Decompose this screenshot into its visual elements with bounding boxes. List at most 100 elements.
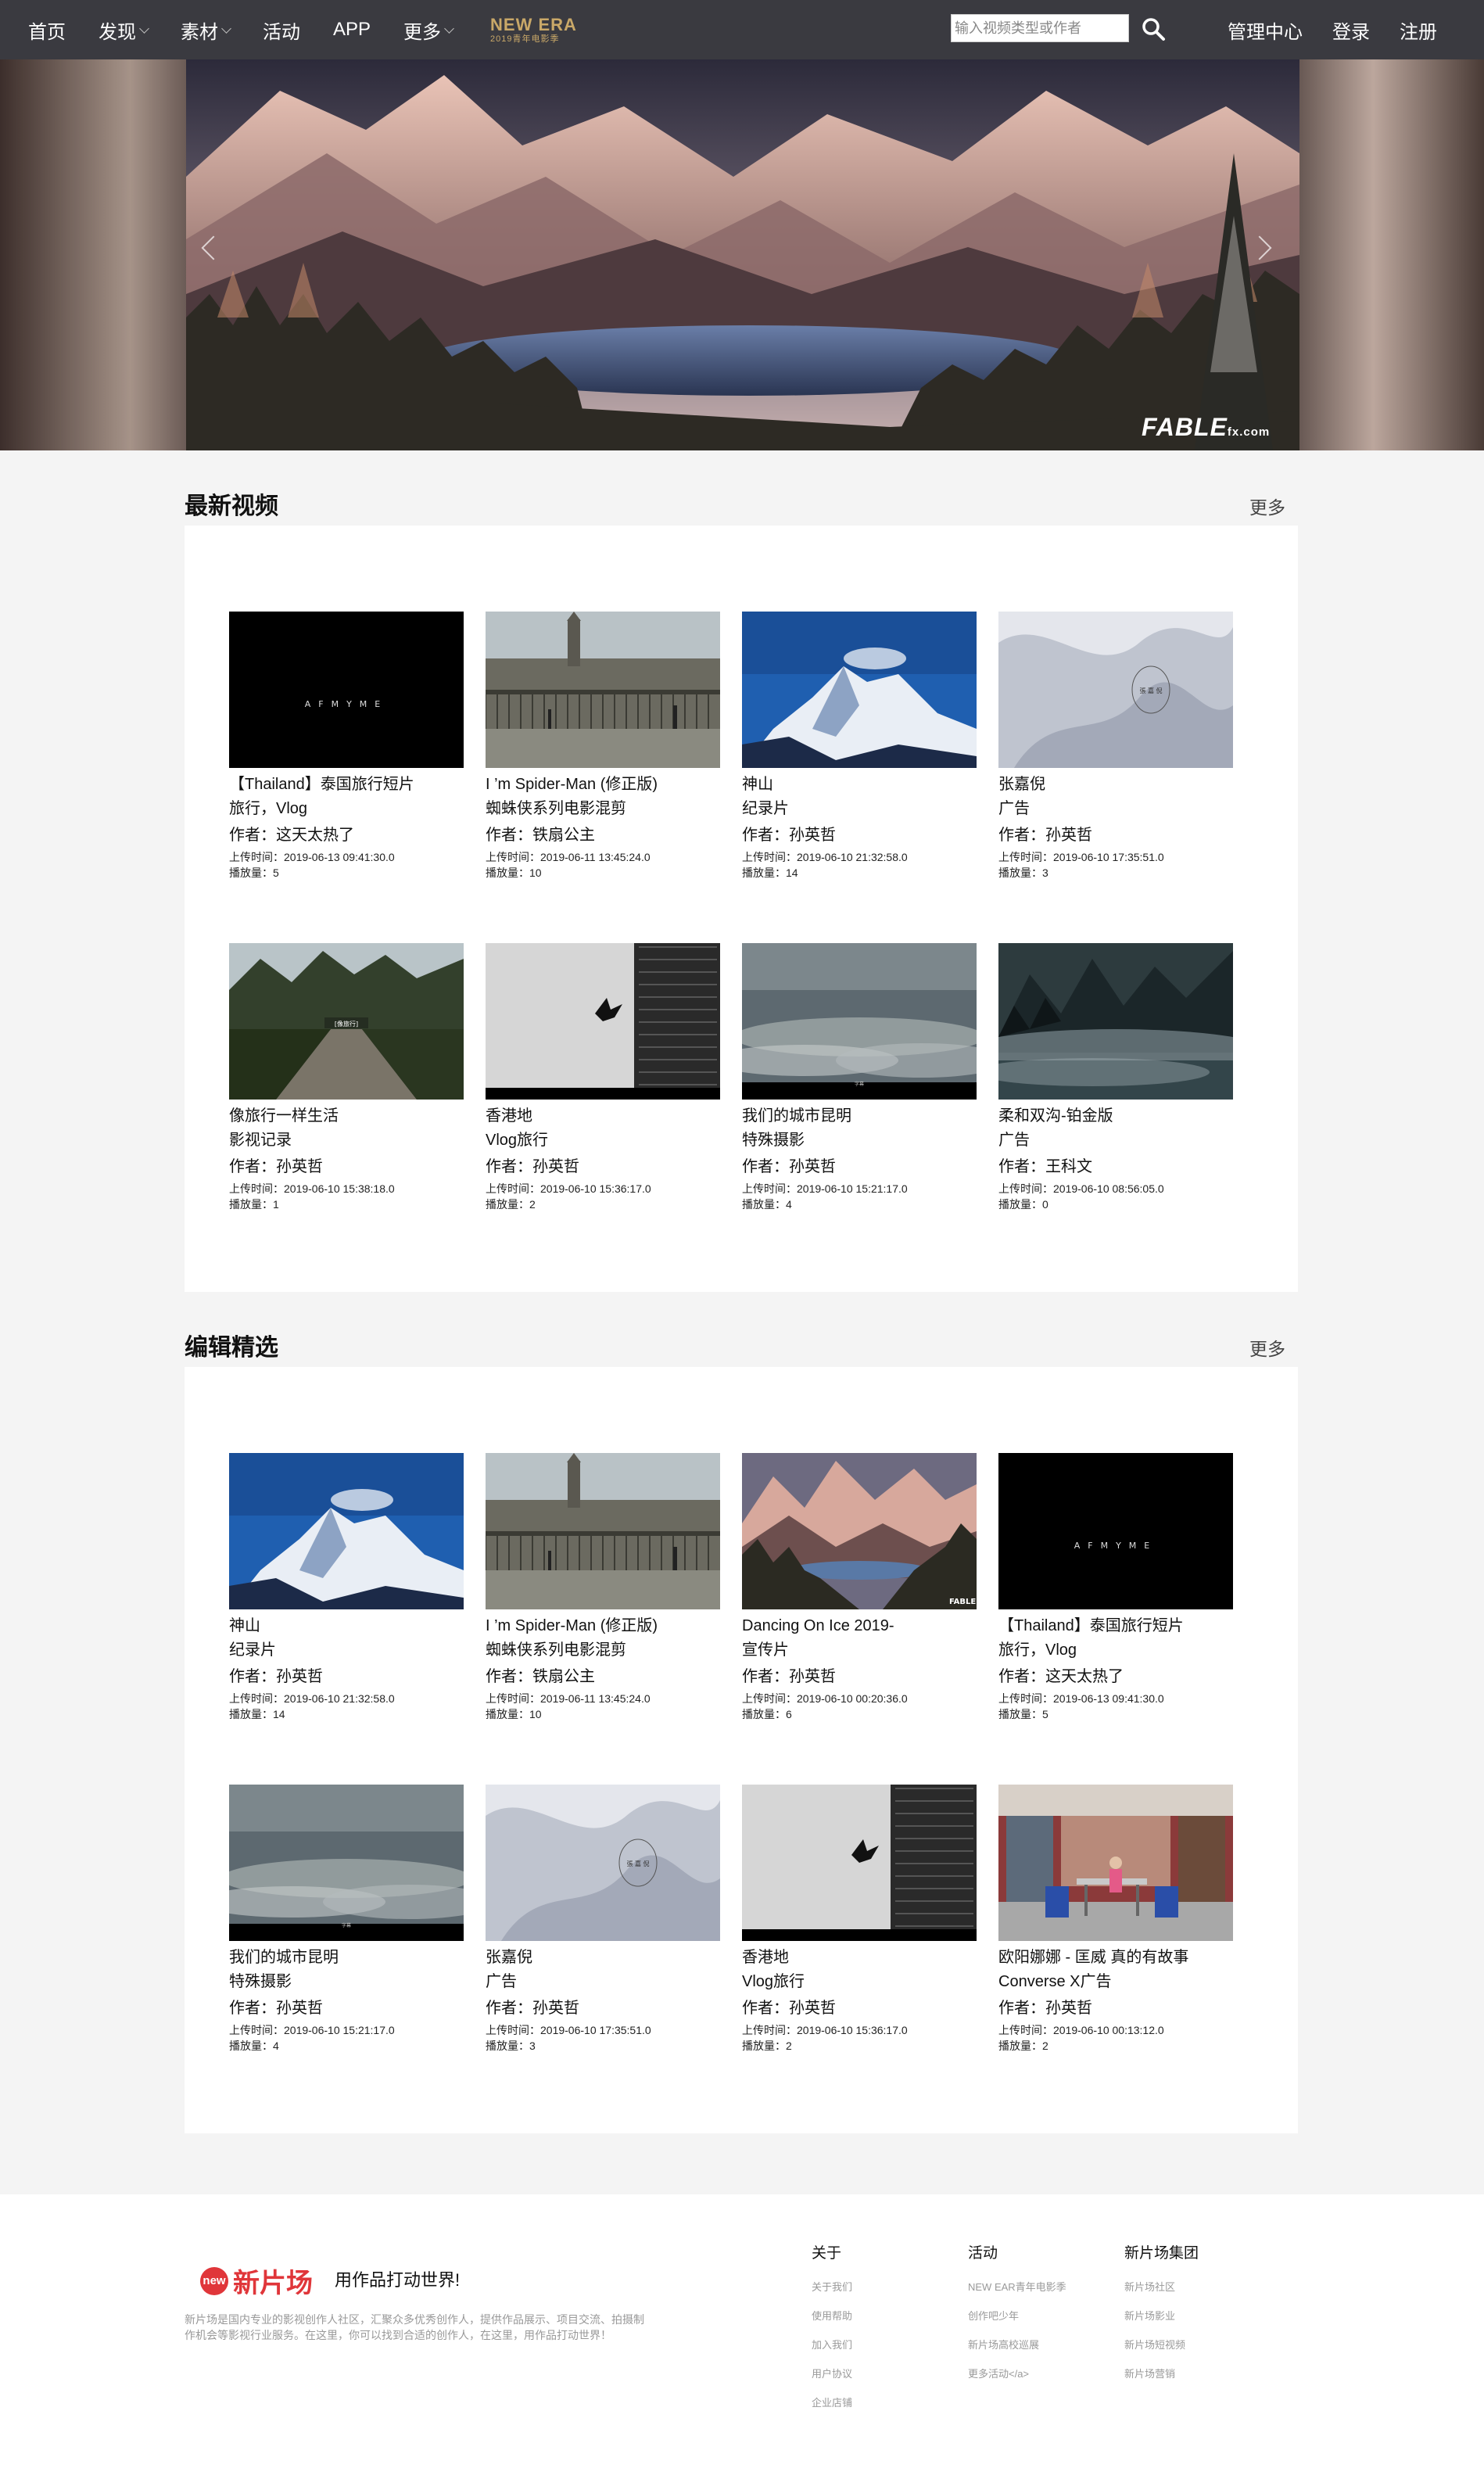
video-thumbnail[interactable]: AFMYME (998, 1453, 1233, 1609)
video-title[interactable]: 神山 (229, 1614, 464, 1638)
carousel-prev-preview (0, 59, 186, 450)
latest-videos-header: 最新视频 更多 (185, 486, 1298, 526)
login-link[interactable]: 登录 (1332, 16, 1370, 44)
video-author[interactable]: 作者：孙英哲 (486, 1996, 720, 2022)
video-card[interactable]: I ’m Spider-Man (修正版) 蜘蛛侠系列电影混剪 作者：铁扇公主 上传时… (486, 1453, 720, 1722)
video-card[interactable]: 欧阳娜娜 - 匡威 真的有故事 Converse X广告 作者：孙英哲 上传时间：20… (998, 1785, 1233, 2054)
footer-col-title: 活动 (968, 2245, 998, 2262)
video-author[interactable]: 作者：孙英哲 (742, 823, 977, 849)
video-title[interactable]: 张嘉倪 (998, 773, 1233, 796)
video-thumbnail[interactable]: 張 嘉 倪 (486, 1785, 720, 1941)
admin-center-link[interactable]: 管理中心 (1228, 16, 1303, 44)
video-card[interactable]: 字幕 我们的城市昆明 特殊摄影 作者：孙英哲 上传时间：2019-06-10 15:21… (229, 1785, 464, 2054)
video-thumbnail[interactable]: 字幕 (742, 943, 977, 1100)
video-thumbnail[interactable] (486, 1453, 720, 1609)
register-link[interactable]: 注册 (1400, 16, 1437, 44)
video-author[interactable]: 作者：孙英哲 (998, 1996, 1233, 2022)
footer-link[interactable]: 新片场影业 (1124, 2309, 1199, 2324)
video-thumbnail[interactable] (742, 1785, 977, 1941)
video-thumbnail[interactable]: 字幕 (229, 1785, 464, 1941)
footer-link[interactable]: 新片场营销 (1124, 2366, 1199, 2382)
video-card[interactable]: 柔和双沟-铂金版 广告 作者：王科文 上传时间：2019-06-10 08:56:05… (998, 943, 1233, 1212)
video-author[interactable]: 作者：孙英哲 (742, 1154, 977, 1181)
video-card[interactable]: 香港地 Vlog旅行 作者：孙英哲 上传时间：2019-06-10 15:36:17.… (742, 1785, 977, 2054)
nav-materials[interactable]: 素材 (181, 16, 231, 44)
video-title[interactable]: 张嘉倪 (486, 1946, 720, 1969)
video-card[interactable]: I ’m Spider-Man (修正版) 蜘蛛侠系列电影混剪 作者：铁扇公主 上传时… (486, 612, 720, 881)
video-card[interactable]: 張 嘉 倪张嘉倪 广告 作者：孙英哲 上传时间：2019-06-10 17:35:51… (486, 1785, 720, 2054)
footer-link[interactable]: NEW EAR青年电影季 (968, 2280, 1066, 2295)
footer-link[interactable]: 使用帮助 (812, 2309, 852, 2324)
new-era-promo-logo[interactable]: NEW ERA 2019青年电影季 (490, 16, 577, 44)
video-card[interactable]: FABLE Dancing On Ice 2019- 宣传片 作者：孙英哲 上传时间：2… (742, 1453, 977, 1722)
video-card[interactable]: 張 嘉 倪张嘉倪 广告 作者：孙英哲 上传时间：2019-06-10 17:35:51… (998, 612, 1233, 881)
video-title[interactable]: 香港地 (742, 1946, 977, 1969)
footer-link[interactable]: 新片场高校巡展 (968, 2337, 1066, 2353)
search-icon[interactable] (1140, 16, 1167, 42)
video-thumbnail[interactable] (486, 943, 720, 1100)
video-author[interactable]: 作者：这天太热了 (229, 823, 464, 849)
video-author[interactable]: 作者：铁扇公主 (486, 1664, 720, 1691)
more-link[interactable]: 更多 (1249, 1334, 1285, 1361)
video-author[interactable]: 作者：王科文 (998, 1154, 1233, 1181)
video-card[interactable]: 字幕 我们的城市昆明 特殊摄影 作者：孙英哲 上传时间：2019-06-10 15:21… (742, 943, 977, 1212)
nav-home[interactable]: 首页 (28, 16, 66, 44)
nav-discover[interactable]: 发现 (99, 16, 149, 44)
video-author[interactable]: 作者：孙英哲 (229, 1154, 464, 1181)
video-thumbnail[interactable] (998, 1785, 1233, 1941)
video-thumbnail[interactable]: AFMYME (229, 612, 464, 768)
video-author[interactable]: 作者：孙英哲 (229, 1664, 464, 1691)
nav-events[interactable]: 活动 (263, 16, 300, 44)
footer-link[interactable]: 更多活动</a> (968, 2366, 1066, 2382)
video-thumbnail[interactable]: 張 嘉 倪 (998, 612, 1233, 768)
video-title[interactable]: 柔和双沟-铂金版 (998, 1104, 1233, 1128)
footer-link[interactable]: 创作吧少年 (968, 2309, 1066, 2324)
footer-link[interactable]: 关于我们 (812, 2280, 852, 2295)
video-title[interactable]: 我们的城市昆明 (742, 1104, 977, 1128)
nav-app[interactable]: APP (333, 19, 371, 41)
video-card[interactable]: [像旅行] 像旅行一样生活 影视记录 作者：孙英哲 上传时间：2019-06-10 15… (229, 943, 464, 1212)
footer-link[interactable]: 企业店铺 (812, 2395, 852, 2411)
video-card[interactable]: 香港地 Vlog旅行 作者：孙英哲 上传时间：2019-06-10 15:36:17.… (486, 943, 720, 1212)
footer-link[interactable]: 新片场短视频 (1124, 2337, 1199, 2353)
footer-link[interactable]: 加入我们 (812, 2337, 852, 2353)
video-card[interactable]: 神山 纪录片 作者：孙英哲 上传时间：2019-06-10 21:32:58.0 播放量… (742, 612, 977, 881)
video-author[interactable]: 作者：孙英哲 (998, 823, 1233, 849)
video-title[interactable]: I ’m Spider-Man (修正版) (486, 773, 720, 796)
video-card[interactable]: 神山 纪录片 作者：孙英哲 上传时间：2019-06-10 21:32:58.0 播放量… (229, 1453, 464, 1722)
video-title[interactable]: 【Thailand】泰国旅行短片 (229, 773, 464, 796)
video-thumbnail[interactable]: FABLE (742, 1453, 977, 1609)
video-author[interactable]: 作者：孙英哲 (229, 1996, 464, 2022)
chevron-down-icon (139, 23, 149, 34)
video-title[interactable]: 像旅行一样生活 (229, 1104, 464, 1128)
video-author[interactable]: 作者：孙英哲 (742, 1664, 977, 1691)
video-title[interactable]: 神山 (742, 773, 977, 796)
footer-link[interactable]: 用户协议 (812, 2366, 852, 2382)
search-input[interactable] (951, 14, 1129, 42)
more-link[interactable]: 更多 (1249, 493, 1285, 519)
footer-link[interactable]: 新片场社区 (1124, 2280, 1199, 2295)
video-author[interactable]: 作者：这天太热了 (998, 1664, 1233, 1691)
svg-text:張 嘉 倪: 張 嘉 倪 (1139, 687, 1162, 694)
video-card[interactable]: AFMYME 【Thailand】泰国旅行短片 旅行，Vlog 作者：这天太热了 上传时… (998, 1453, 1233, 1722)
hero-carousel[interactable]: FABLEfx.com (0, 59, 1484, 450)
video-title[interactable]: 香港地 (486, 1104, 720, 1128)
video-title[interactable]: Dancing On Ice 2019- (742, 1614, 977, 1638)
video-thumbnail[interactable] (998, 943, 1233, 1100)
video-thumbnail[interactable] (229, 1453, 464, 1609)
video-title[interactable]: 欧阳娜娜 - 匡威 真的有故事 (998, 1946, 1233, 1969)
video-title[interactable]: I ’m Spider-Man (修正版) (486, 1614, 720, 1638)
video-title[interactable]: 我们的城市昆明 (229, 1946, 464, 1969)
carousel-slide-image[interactable] (186, 59, 1299, 450)
nav-more[interactable]: 更多 (403, 16, 454, 44)
video-thumbnail[interactable] (486, 612, 720, 768)
video-thumbnail[interactable] (742, 612, 977, 768)
video-author[interactable]: 作者：孙英哲 (486, 1154, 720, 1181)
video-thumbnail[interactable]: [像旅行] (229, 943, 464, 1100)
video-title[interactable]: 【Thailand】泰国旅行短片 (998, 1614, 1233, 1638)
video-author[interactable]: 作者：铁扇公主 (486, 823, 720, 849)
video-card[interactable]: AFMYME 【Thailand】泰国旅行短片 旅行，Vlog 作者：这天太热了 上传时… (229, 612, 464, 881)
video-author[interactable]: 作者：孙英哲 (742, 1996, 977, 2022)
upload-time: 上传时间：2019-06-10 15:38:18.0 (229, 1182, 395, 1195)
footer-logo[interactable]: new 新片场 (200, 2262, 313, 2300)
